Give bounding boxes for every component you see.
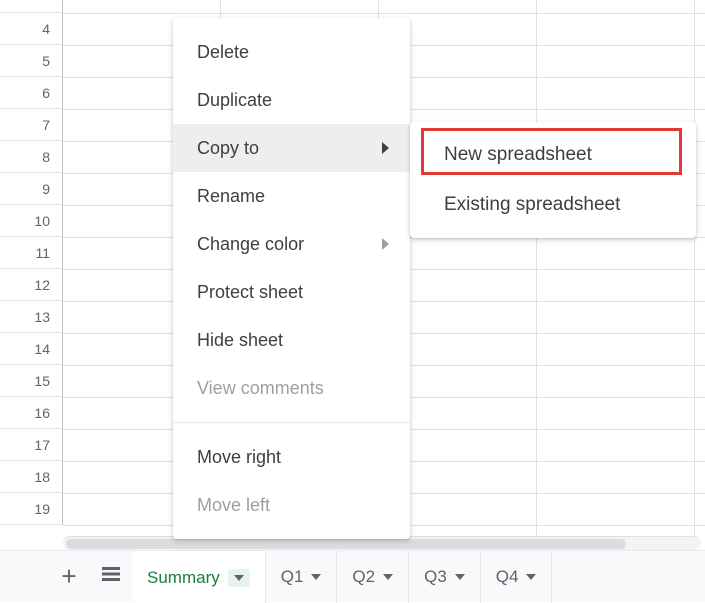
submenu-existing-spreadsheet[interactable]: Existing spreadsheet	[410, 180, 696, 230]
menu-delete[interactable]: Delete	[173, 28, 410, 76]
row-header[interactable]: 4	[0, 13, 63, 45]
row-header[interactable]: 8	[0, 141, 63, 173]
row-header[interactable]: 10	[0, 205, 63, 237]
add-sheet-button[interactable]: +	[48, 551, 90, 603]
caret-down-icon[interactable]	[526, 574, 536, 580]
column-e	[695, 0, 705, 550]
menu-move-right[interactable]: Move right	[173, 433, 410, 481]
row-header[interactable]: 7	[0, 109, 63, 141]
menu-change-color-label: Change color	[197, 234, 304, 255]
sheet-tab-q2[interactable]: Q2	[337, 551, 409, 603]
menu-separator	[173, 422, 410, 423]
row-header[interactable]: 11	[0, 237, 63, 269]
chevron-right-icon	[382, 138, 390, 159]
row-header[interactable]	[0, 0, 63, 13]
row-header[interactable]: 9	[0, 173, 63, 205]
sheet-tab-bar: + Summary Q1 Q2 Q3 Q4	[0, 550, 705, 602]
row-header[interactable]: 17	[0, 429, 63, 461]
all-sheets-button[interactable]	[90, 551, 132, 603]
sheet-tab-summary[interactable]: Summary	[132, 551, 266, 603]
sheet-tab-q4[interactable]: Q4	[481, 551, 553, 603]
menu-hide-sheet[interactable]: Hide sheet	[173, 316, 410, 364]
sheet-context-menu: Delete Duplicate Copy to Rename Change c…	[173, 18, 410, 539]
menu-move-left: Move left	[173, 481, 410, 529]
caret-down-icon[interactable]	[311, 574, 321, 580]
sheet-tab-label: Summary	[147, 568, 220, 588]
row-header[interactable]: 12	[0, 269, 63, 301]
column-d	[537, 0, 695, 550]
submenu-new-spreadsheet[interactable]: New spreadsheet	[410, 130, 696, 180]
row-header[interactable]: 13	[0, 301, 63, 333]
menu-copy-to-label: Copy to	[197, 138, 259, 159]
sheet-tab-label: Q2	[352, 567, 375, 587]
menu-change-color[interactable]: Change color	[173, 220, 410, 268]
menu-protect-sheet[interactable]: Protect sheet	[173, 268, 410, 316]
menu-copy-to[interactable]: Copy to	[173, 124, 410, 172]
sheet-tab-q3[interactable]: Q3	[409, 551, 481, 603]
row-header[interactable]: 6	[0, 77, 63, 109]
sheet-tab-label: Q1	[281, 567, 304, 587]
row-header[interactable]: 16	[0, 397, 63, 429]
plus-icon: +	[61, 561, 76, 592]
caret-down-icon[interactable]	[383, 574, 393, 580]
row-headers: 45678910111213141516171819	[0, 0, 63, 525]
caret-down-icon[interactable]	[228, 569, 250, 587]
caret-down-icon[interactable]	[455, 574, 465, 580]
menu-view-comments: View comments	[173, 364, 410, 412]
menu-rename[interactable]: Rename	[173, 172, 410, 220]
row-header[interactable]: 18	[0, 461, 63, 493]
all-sheets-icon	[102, 567, 120, 586]
sheet-tab-label: Q3	[424, 567, 447, 587]
row-header[interactable]: 15	[0, 365, 63, 397]
sheet-tab-q1[interactable]: Q1	[266, 551, 338, 603]
copy-to-submenu: New spreadsheet Existing spreadsheet	[410, 122, 696, 238]
gridline	[63, 13, 705, 14]
sheet-tab-label: Q4	[496, 567, 519, 587]
chevron-right-icon	[382, 234, 390, 255]
row-header[interactable]: 19	[0, 493, 63, 525]
scrollbar-thumb[interactable]	[66, 539, 626, 549]
menu-duplicate[interactable]: Duplicate	[173, 76, 410, 124]
row-header[interactable]: 5	[0, 45, 63, 77]
row-header[interactable]: 14	[0, 333, 63, 365]
